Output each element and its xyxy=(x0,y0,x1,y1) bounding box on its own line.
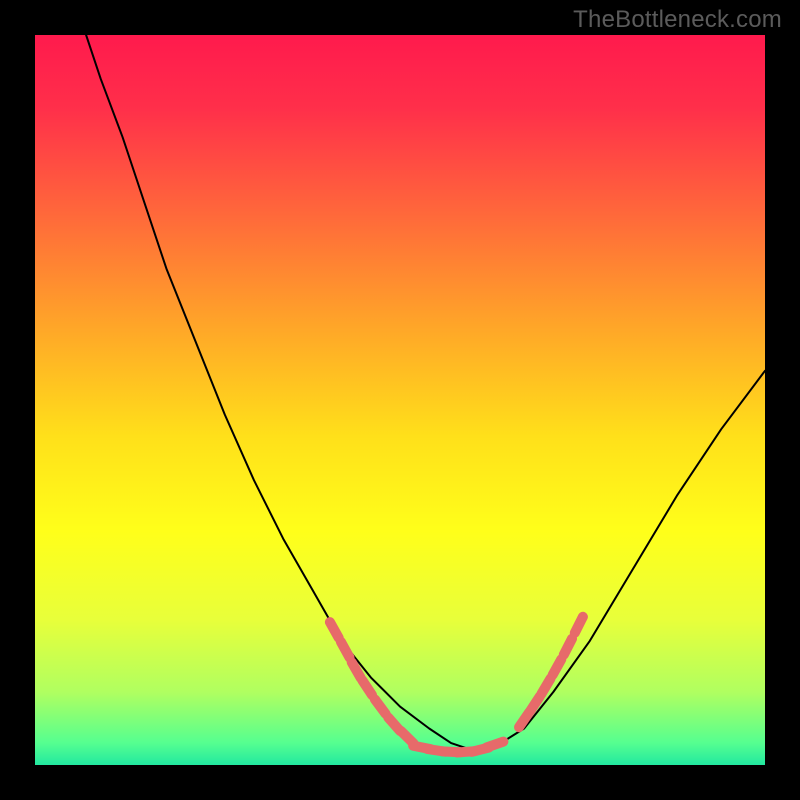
highlight-marker xyxy=(486,742,503,748)
chart-plot-area xyxy=(35,35,765,765)
chart-canvas xyxy=(0,0,800,800)
watermark-text: TheBottleneck.com xyxy=(573,6,782,34)
